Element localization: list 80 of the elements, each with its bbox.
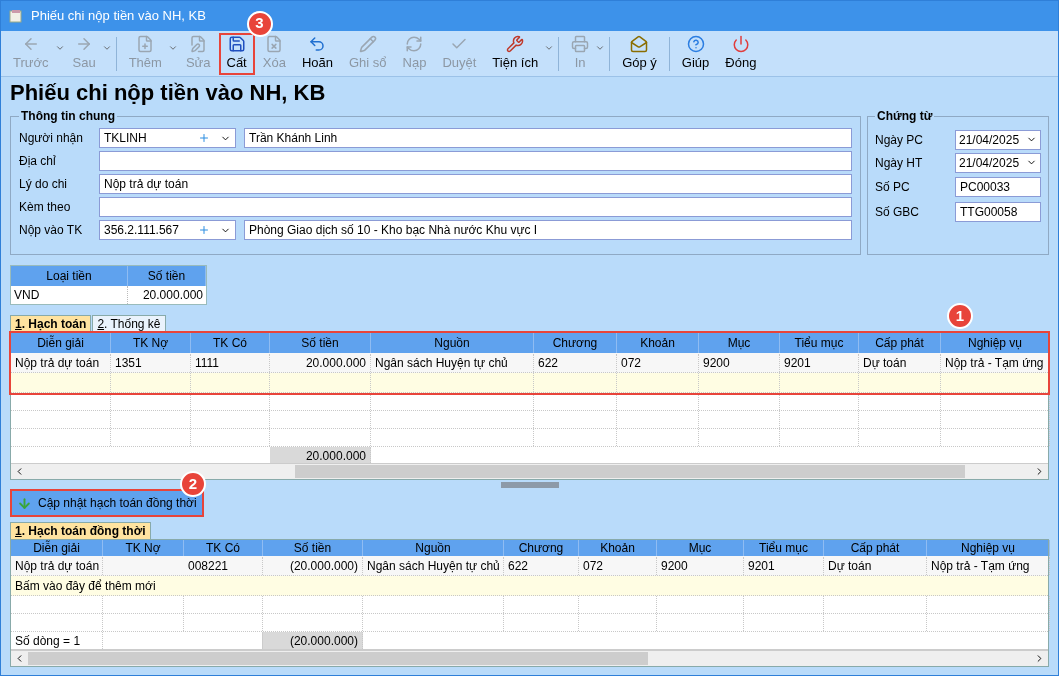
file-delete-icon (265, 34, 284, 53)
name-field[interactable]: Trần Khánh Linh (244, 128, 852, 148)
field-label: Số PC (875, 178, 911, 196)
app-icon (9, 9, 23, 23)
input-field[interactable] (99, 151, 852, 171)
table-cell: Dự toán (859, 353, 941, 372)
table-cell-text: 20.000.000 (141, 287, 204, 304)
refresh-icon (405, 34, 424, 53)
undo-icon (308, 34, 327, 53)
table-cell: Ngân sách Huyện tự chủ (363, 556, 504, 575)
field-label: Ngày PC (875, 131, 925, 149)
scrollbar-thumb[interactable] (28, 652, 648, 665)
toolbar-button[interactable]: Đóng (717, 32, 765, 75)
table-cell: 20.000.000 (270, 353, 371, 372)
file-edit-icon (189, 34, 208, 53)
table-cell: 9201 (744, 556, 824, 575)
table-cell: 9201 (780, 353, 859, 372)
printer-icon (571, 34, 590, 53)
input-field[interactable]: PC00033 (955, 176, 1041, 197)
toolbar-button[interactable]: Cất (218, 32, 255, 75)
table-cell: VND (11, 286, 128, 304)
file-plus-icon (136, 34, 155, 53)
callout-badge: 1 (947, 303, 973, 329)
table-cell: 9200 (699, 353, 780, 372)
update-button[interactable]: Cập nhật hạch toán đồng thời (10, 489, 204, 517)
power-icon (731, 34, 750, 53)
table-cell: 622 (504, 556, 579, 575)
scrollbar-thumb[interactable] (295, 465, 965, 478)
date-picker[interactable]: 21/04/2025 (955, 152, 1041, 173)
table-cell: 9200 (657, 556, 744, 575)
horizontal-scrollbar[interactable] (11, 463, 1048, 479)
add-icon[interactable] (198, 224, 210, 236)
field-label: Địa chỉ (19, 153, 57, 170)
table-cell: 072 (579, 556, 657, 575)
horizontal-scrollbar[interactable] (11, 650, 1048, 666)
total-cell: 20.000.000 (270, 447, 371, 463)
table-cell: Nộp trả - Tạm ứng (941, 353, 1050, 372)
lookup-combo[interactable]: TKLINH (99, 128, 236, 148)
toolbar-button[interactable]: Hoãn (293, 32, 341, 75)
input-field[interactable]: TTG00058 (955, 201, 1041, 222)
table-cell: 072 (617, 353, 699, 372)
wrench-icon (506, 34, 525, 53)
field-label: Số GBC (875, 203, 920, 221)
group-title: Chứng từ (876, 108, 934, 125)
field-label: Nộp vào TK (19, 222, 84, 239)
help-icon (686, 34, 705, 53)
add-icon[interactable] (198, 132, 210, 144)
table-cell: Ngân sách Huyện tự chủ (371, 353, 534, 372)
table-cell: 622 (534, 353, 617, 372)
pencil-icon (358, 34, 377, 53)
input-field[interactable]: Nộp trả dự toán (99, 174, 852, 194)
toolbar-button[interactable]: Giúp (673, 32, 718, 75)
table-cell: (20.000.000) (263, 556, 363, 575)
total-cell: (20.000.000) (263, 632, 363, 649)
add-row-hint[interactable]: Bấm vào đây để thêm mới (15, 576, 156, 595)
splitter-handle[interactable] (500, 482, 559, 488)
page-heading: Phiếu chi nộp tiền vào NH, KB (10, 79, 327, 107)
table-cell: 1351 (111, 353, 191, 372)
table-cell: 008221 (184, 556, 263, 575)
table-cell: Dự toán (824, 556, 927, 575)
lookup-combo[interactable]: 356.2.111.567 (99, 220, 236, 240)
table-cell: Nộp trả - Tạm ứng (927, 556, 1050, 575)
arrow-down-icon (17, 495, 32, 511)
table-cell: 1111 (191, 353, 270, 372)
toolbar-button[interactable]: Tiện ích (484, 32, 547, 75)
tab[interactable]: 1. Hạch toán đồng thời (10, 522, 151, 539)
input-field[interactable] (99, 197, 852, 217)
envelope-icon (630, 34, 649, 53)
window-title: Phiếu chi nộp tiền vào NH, KB (31, 7, 206, 26)
field-label: Người nhận (19, 130, 84, 147)
row-count-cell: Số dòng = 1 (11, 632, 103, 649)
field-label: Lý do chi (19, 176, 69, 193)
name-field[interactable]: Phòng Giao dịch số 10 - Kho bạc Nhà nước Khu vực I (244, 220, 852, 240)
table-cell: Nộp trả dự toán (11, 353, 111, 372)
field-label: Ngày HT (875, 154, 924, 172)
date-picker[interactable]: 21/04/2025 (955, 129, 1041, 150)
toolbar-button[interactable]: Góp ý (614, 32, 665, 75)
table-cell: Nộp trả dự toán (11, 556, 103, 575)
group-title: Thông tin chung (20, 108, 116, 125)
field-label: Kèm theo (19, 199, 72, 216)
